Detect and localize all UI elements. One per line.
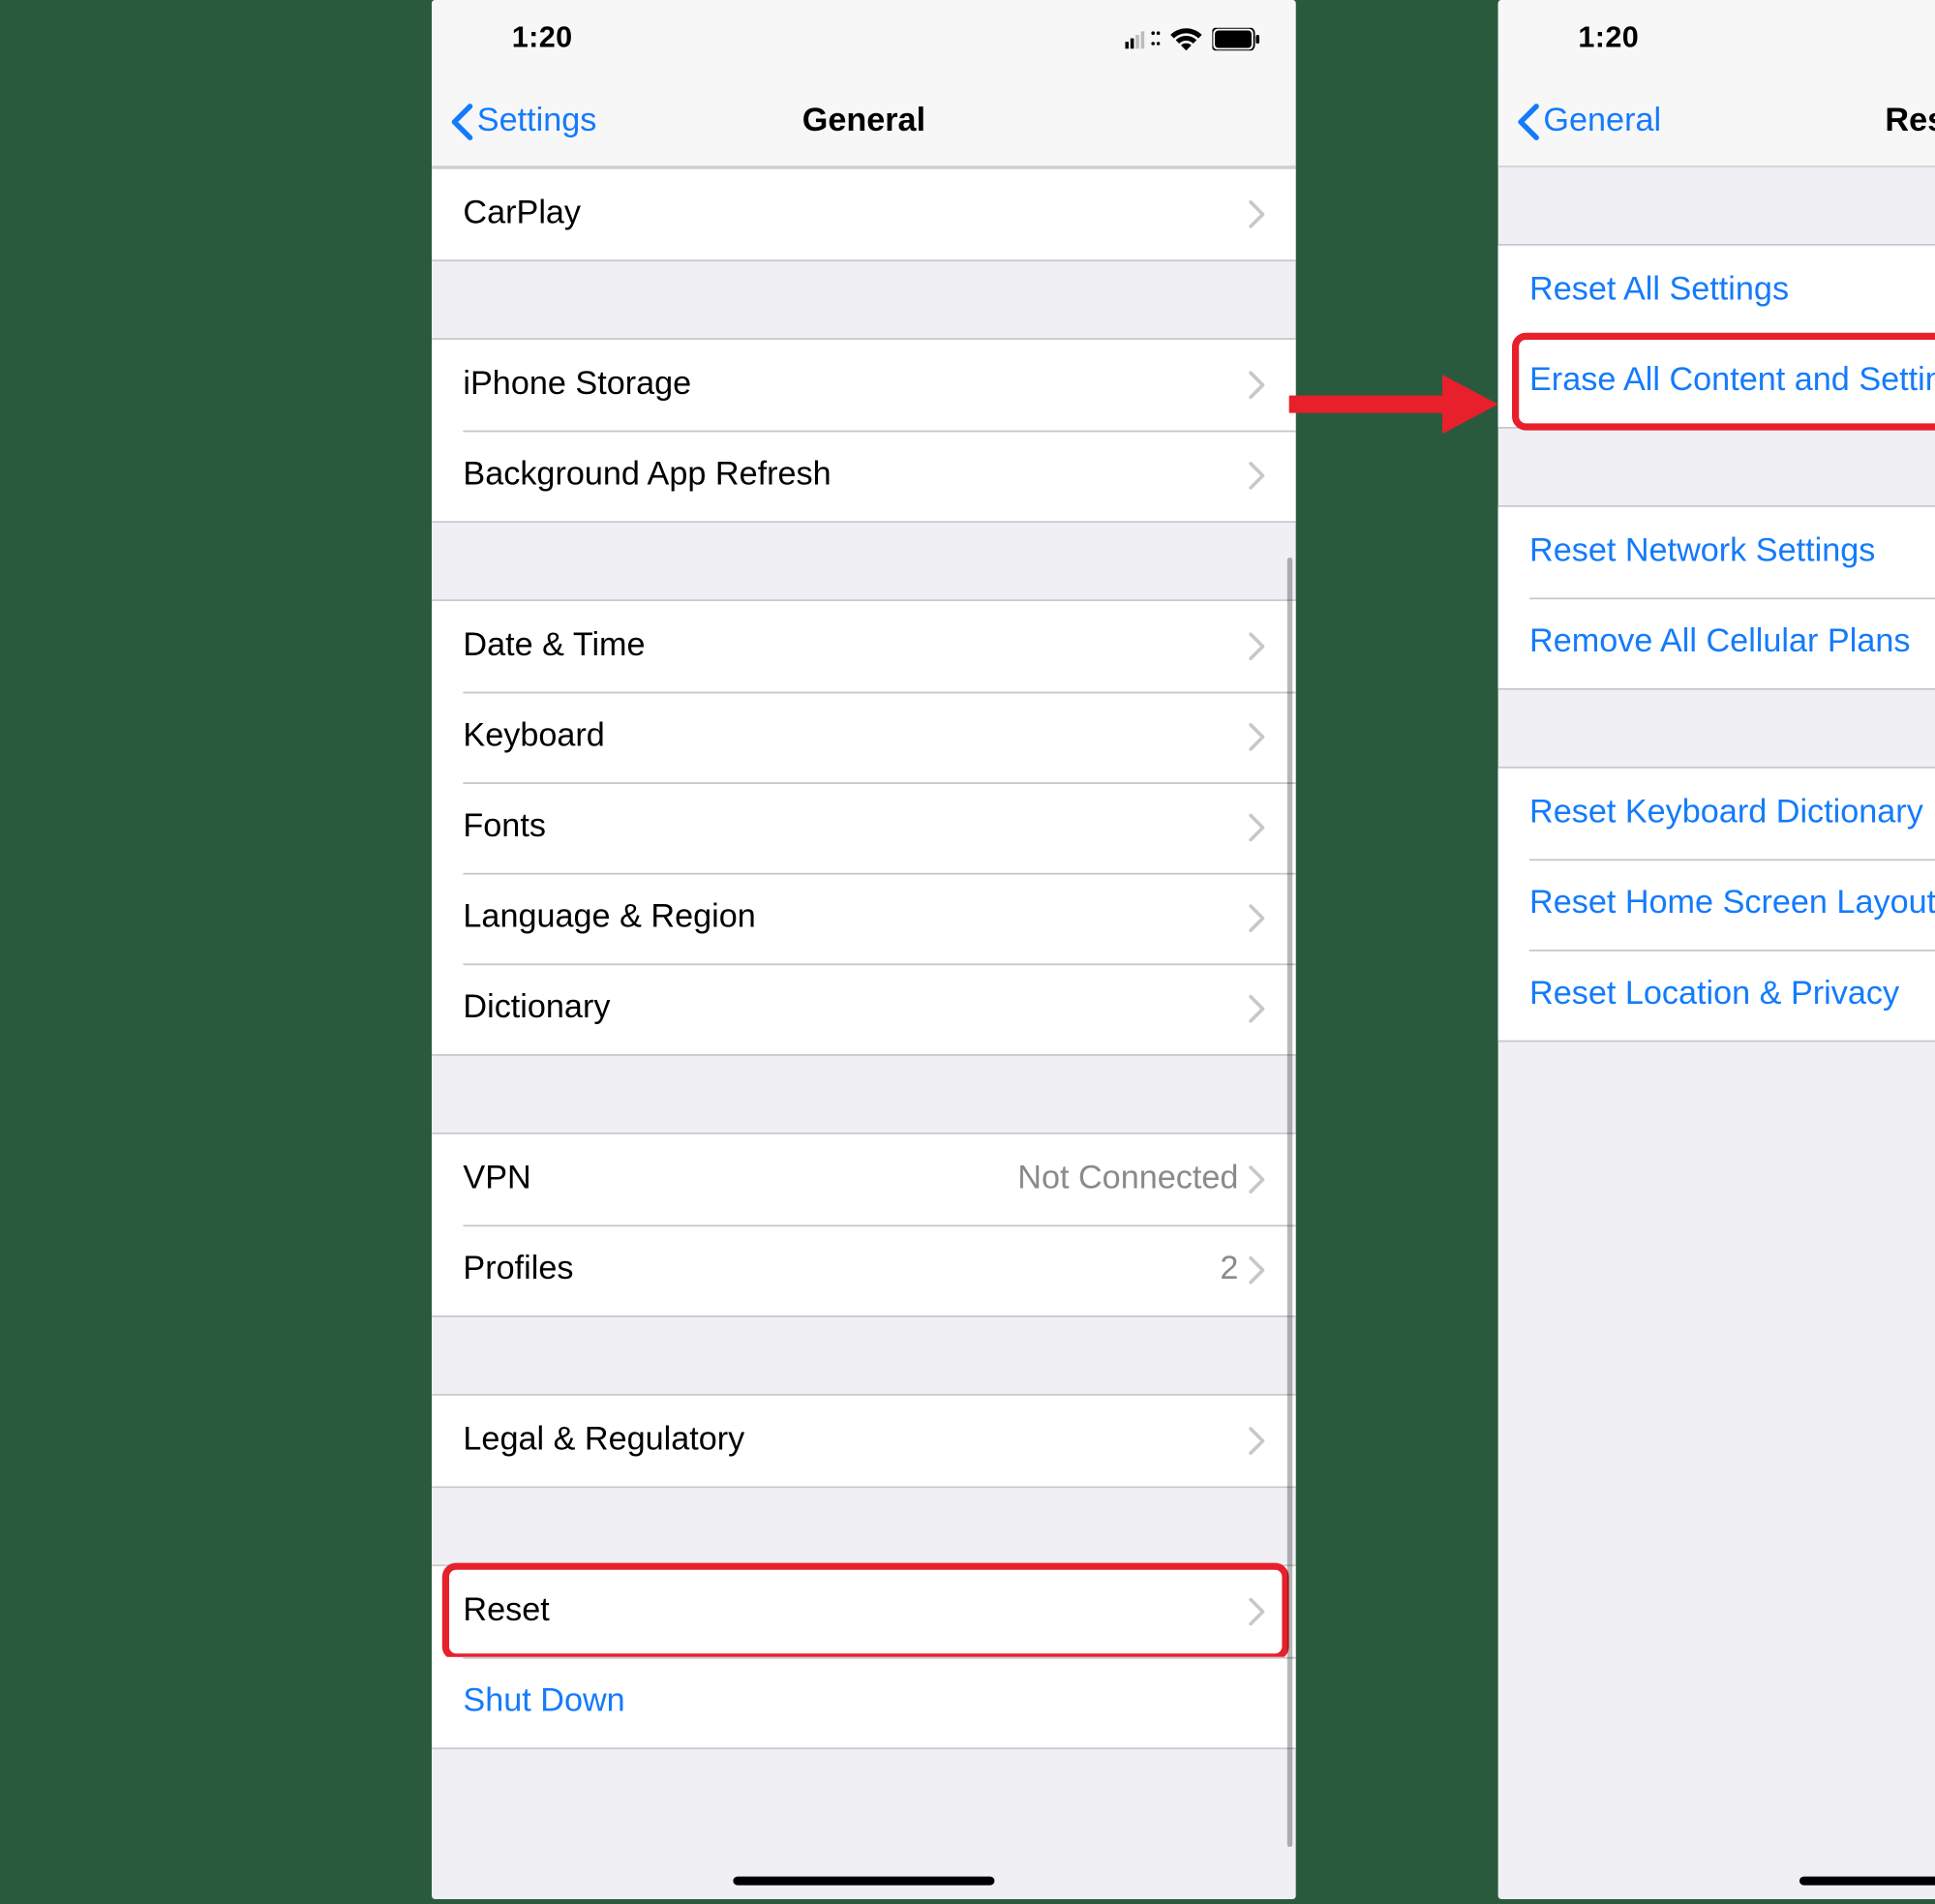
row-label: CarPlay — [463, 196, 1249, 234]
arrow-icon — [1288, 375, 1497, 434]
battery-icon — [1212, 27, 1260, 49]
row-profiles[interactable]: Profiles 2 — [432, 1224, 1296, 1315]
group: CarPlay — [432, 167, 1296, 261]
row-reset-network[interactable]: Reset Network Settings — [1497, 507, 1935, 598]
group: Reset Network Settings Remove All Cellul… — [1497, 505, 1935, 690]
nav-title: General — [801, 102, 924, 140]
row-label: Reset Keyboard Dictionary — [1529, 795, 1935, 833]
group: Reset Keyboard Dictionary Reset Home Scr… — [1497, 767, 1935, 1042]
row-label: Fonts — [463, 808, 1249, 847]
nav-back-button[interactable]: General — [1515, 102, 1660, 140]
row-label: Reset All Settings — [1529, 272, 1935, 311]
row-reset-home-screen[interactable]: Reset Home Screen Layout — [1497, 859, 1935, 950]
row-label: Erase All Content and Settings — [1529, 362, 1935, 401]
chevron-left-icon — [449, 102, 473, 140]
home-indicator[interactable] — [733, 1877, 994, 1886]
row-label: Profiles — [463, 1251, 1220, 1289]
chevron-right-icon — [1249, 200, 1264, 228]
chevron-right-icon — [1249, 632, 1264, 660]
row-keyboard[interactable]: Keyboard — [432, 692, 1296, 783]
row-remove-cellular[interactable]: Remove All Cellular Plans — [1497, 597, 1935, 688]
wifi-icon — [1170, 27, 1201, 49]
group: iPhone Storage Background App Refresh — [432, 338, 1296, 523]
chevron-right-icon — [1249, 723, 1264, 751]
group: Reset Shut Down — [432, 1564, 1296, 1749]
row-label: VPN — [463, 1161, 1017, 1199]
row-language-region[interactable]: Language & Region — [432, 873, 1296, 964]
row-label: Legal & Regulatory — [463, 1422, 1249, 1461]
row-dictionary[interactable]: Dictionary — [432, 963, 1296, 1054]
row-background-app-refresh[interactable]: Background App Refresh — [432, 431, 1296, 522]
row-detail: 2 — [1220, 1251, 1238, 1289]
row-label: Background App Refresh — [463, 457, 1249, 496]
status-bar: 1:20 — [432, 0, 1296, 76]
scrollbar[interactable] — [1286, 558, 1291, 1847]
row-carplay[interactable]: CarPlay — [432, 169, 1296, 260]
chevron-right-icon — [1249, 1256, 1264, 1284]
chevron-right-icon — [1249, 462, 1264, 490]
chevron-left-icon — [1515, 102, 1539, 140]
row-label: iPhone Storage — [463, 366, 1249, 405]
left-screenshot: 1:20 Settings General CarPlay — [432, 0, 1296, 1899]
group: Reset All Settings Erase All Content and… — [1497, 244, 1935, 429]
group: Legal & Regulatory — [432, 1394, 1296, 1488]
row-fonts[interactable]: Fonts — [432, 782, 1296, 873]
nav-bar: Settings General — [432, 76, 1296, 167]
row-label: Language & Region — [463, 899, 1249, 938]
chevron-right-icon — [1249, 904, 1264, 932]
nav-bar: General Reset — [1497, 76, 1935, 167]
row-label: Keyboard — [463, 718, 1249, 757]
chevron-right-icon — [1249, 1598, 1264, 1626]
row-shut-down[interactable]: Shut Down — [432, 1657, 1296, 1748]
row-reset-location-privacy[interactable]: Reset Location & Privacy — [1497, 950, 1935, 1041]
spacer — [1295, 0, 1497, 1899]
row-reset-keyboard-dictionary[interactable]: Reset Keyboard Dictionary — [1497, 769, 1935, 860]
status-icons — [1125, 27, 1260, 49]
right-screenshot: 1:20 General Reset Reset All Settings Er… — [1497, 0, 1935, 1899]
row-label: Shut Down — [463, 1683, 1264, 1722]
nav-back-label: General — [1543, 102, 1661, 140]
row-label: Remove All Cellular Plans — [1529, 623, 1935, 662]
row-iphone-storage[interactable]: iPhone Storage — [432, 340, 1296, 431]
row-label: Reset — [463, 1592, 1249, 1631]
chevron-right-icon — [1249, 1165, 1264, 1194]
nav-back-button[interactable]: Settings — [449, 102, 596, 140]
row-label: Reset Location & Privacy — [1529, 976, 1935, 1014]
chevron-right-icon — [1249, 371, 1264, 399]
row-reset[interactable]: Reset — [432, 1566, 1296, 1657]
status-time: 1:20 — [1578, 21, 1639, 56]
nav-title: Reset — [1885, 102, 1935, 140]
row-label: Date & Time — [463, 627, 1249, 666]
row-label: Reset Home Screen Layout — [1529, 885, 1935, 923]
chevron-right-icon — [1249, 1427, 1264, 1455]
row-legal-regulatory[interactable]: Legal & Regulatory — [432, 1396, 1296, 1487]
row-reset-all-settings[interactable]: Reset All Settings — [1497, 246, 1935, 337]
status-time: 1:20 — [511, 21, 572, 56]
status-bar: 1:20 — [1497, 0, 1935, 76]
row-erase-all-content[interactable]: Erase All Content and Settings — [1497, 336, 1935, 427]
row-label: Reset Network Settings — [1529, 533, 1935, 572]
group: VPN Not Connected Profiles 2 — [432, 1133, 1296, 1317]
row-vpn[interactable]: VPN Not Connected — [432, 1134, 1296, 1225]
nav-back-label: Settings — [476, 102, 596, 140]
group: Date & Time Keyboard Fonts Language & Re… — [432, 599, 1296, 1056]
row-date-time[interactable]: Date & Time — [432, 601, 1296, 692]
row-label: Dictionary — [463, 989, 1249, 1028]
chevron-right-icon — [1249, 814, 1264, 842]
home-indicator[interactable] — [1799, 1877, 1935, 1886]
chevron-right-icon — [1249, 995, 1264, 1023]
row-detail: Not Connected — [1017, 1161, 1238, 1199]
cellular-dual-icon — [1125, 28, 1160, 49]
